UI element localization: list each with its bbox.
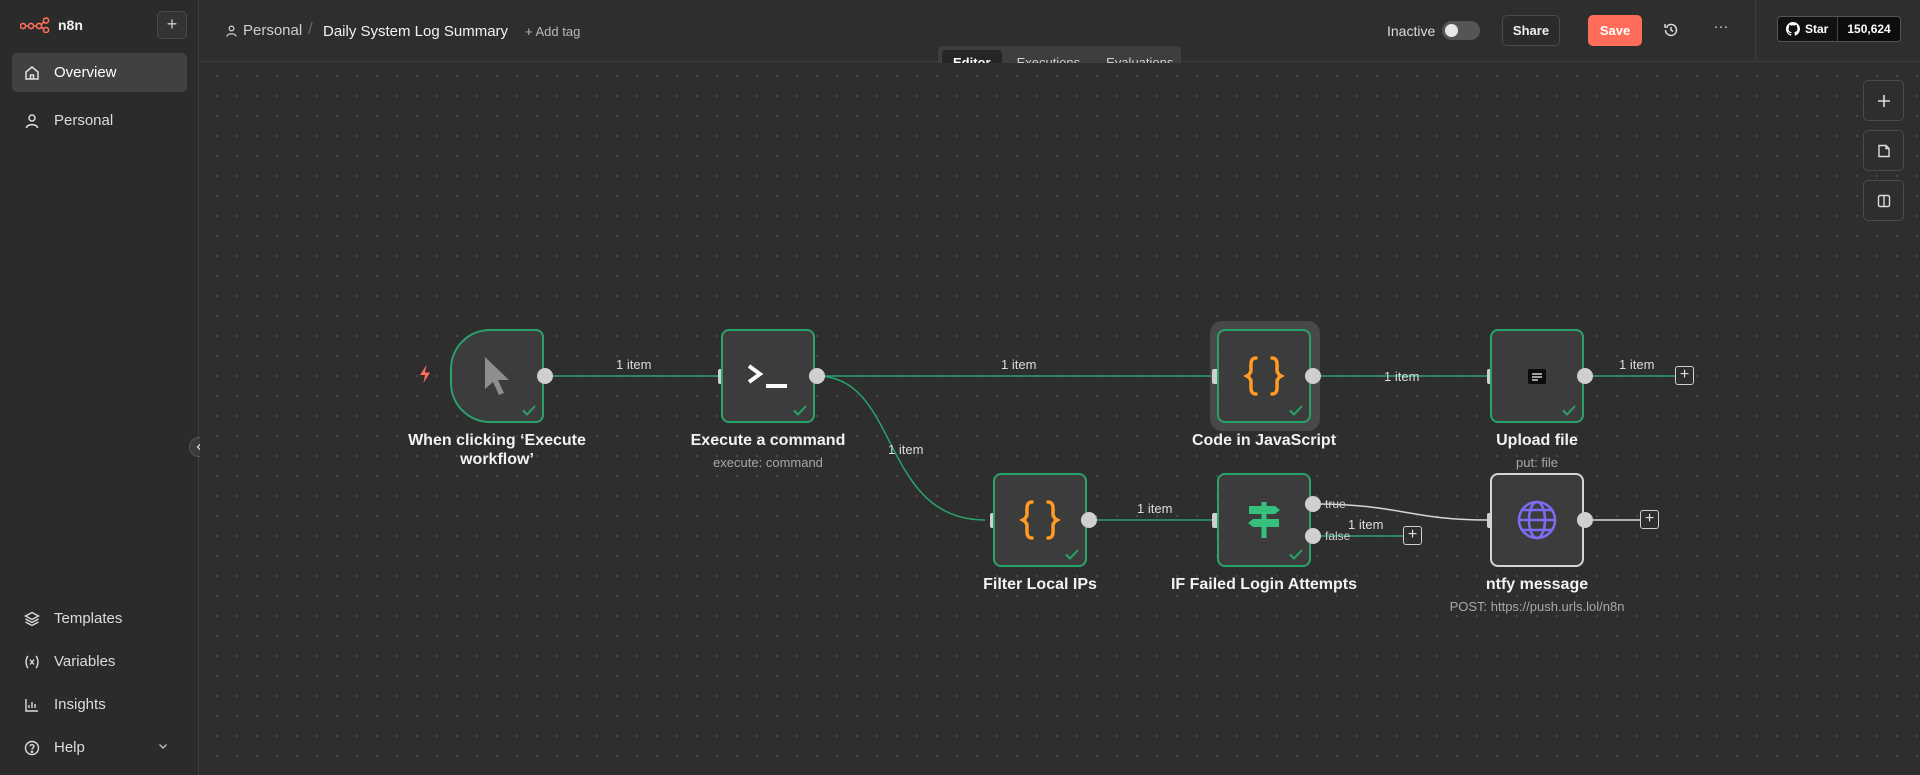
output-port[interactable] [1577,368,1593,384]
edge-label: 1 item [1619,357,1655,372]
edge-label: 1 item [1001,357,1037,372]
edge-label: 1 item [1137,501,1173,516]
node-title: IF Failed Login Attempts [1170,576,1358,593]
success-check-icon [1289,405,1303,416]
file-icon [1528,368,1546,384]
branch-label-true: true [1325,497,1346,511]
code-braces-icon [1019,500,1061,540]
node-title: Code in JavaScript [1191,432,1337,449]
success-check-icon [793,405,807,416]
output-port[interactable] [1081,512,1097,528]
trigger-bolt-icon [420,365,430,383]
success-check-icon [522,405,536,416]
signpost-icon [1248,502,1280,538]
node-subtitle: execute: command [713,455,823,470]
node-upload-file[interactable] [1490,329,1584,423]
node-title: Upload file [1496,432,1578,449]
add-next-node-button[interactable]: + [1403,526,1422,545]
success-check-icon [1562,405,1576,416]
branch-label-false: false [1325,529,1351,543]
output-port-true[interactable] [1305,496,1321,512]
terminal-icon [747,364,787,388]
success-check-icon [1065,549,1079,560]
node-subtitle: POST: https://push.urls.lol/n8n [1449,599,1625,614]
node-code-javascript[interactable] [1217,329,1311,423]
output-port[interactable] [1577,512,1593,528]
node-title: Execute a command [690,432,846,449]
success-check-icon [1289,549,1303,560]
node-filter-local-ips[interactable] [993,473,1087,567]
node-title: When clicking ‘Execute workflow’ [408,432,586,468]
output-port[interactable] [537,368,553,384]
output-port[interactable] [809,368,825,384]
edge-label: 1 item [616,357,652,372]
node-title: Filter Local IPs [983,576,1097,593]
add-next-node-button[interactable]: + [1640,510,1659,529]
node-if-failed-login[interactable] [1217,473,1311,567]
output-port[interactable] [1305,368,1321,384]
node-title: ntfy message [1485,576,1589,593]
globe-icon [1517,500,1557,540]
edge-label: 1 item [1348,517,1384,532]
add-next-node-button[interactable]: + [1675,366,1694,385]
code-braces-icon [1243,356,1285,396]
output-port-false[interactable] [1305,528,1321,544]
cursor-icon [485,357,509,395]
node-execute-command[interactable] [721,329,815,423]
node-subtitle: put: file [1516,455,1558,470]
node-ntfy-message[interactable] [1490,473,1584,567]
edge-label: 1 item [1384,369,1420,384]
connections-layer [545,375,1675,537]
node-trigger[interactable] [450,329,544,423]
